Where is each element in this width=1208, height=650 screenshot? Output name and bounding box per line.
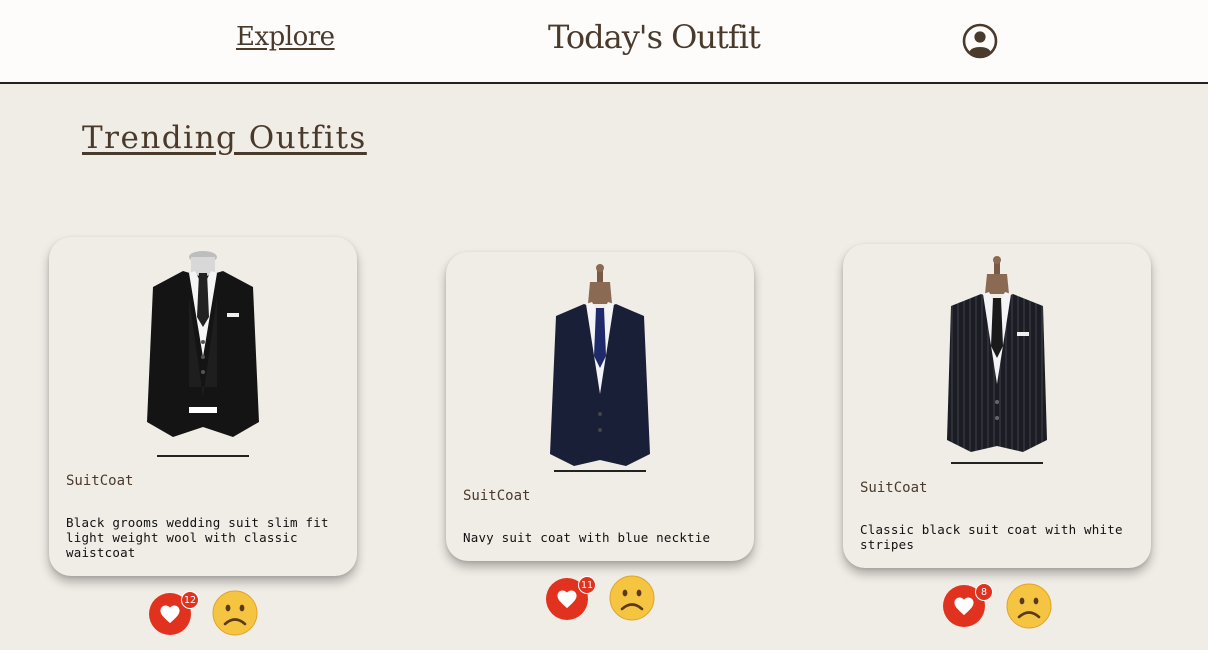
- card-description: Navy suit coat with blue necktie: [463, 530, 711, 545]
- like-count-badge: 12: [181, 591, 199, 609]
- navy-suit-image: [446, 264, 754, 468]
- card-description: Black grooms wedding suit slim fit light…: [66, 515, 329, 560]
- divider-line: [951, 462, 1043, 464]
- card-category: SuitCoat: [66, 473, 134, 489]
- frown-emoji-icon[interactable]: [212, 590, 258, 636]
- black-suit-waistcoat-image: [49, 247, 357, 447]
- card-category: SuitCoat: [463, 488, 531, 504]
- frown-emoji-icon[interactable]: [1006, 583, 1052, 629]
- heart-icon: [557, 590, 577, 609]
- card-category: SuitCoat: [860, 480, 928, 496]
- pinstripe-suit-image: [843, 256, 1151, 460]
- brand-title: Today's Outfit: [548, 18, 761, 56]
- explore-link[interactable]: Explore: [236, 22, 335, 52]
- like-button[interactable]: 12: [149, 591, 199, 635]
- heart-icon: [160, 605, 180, 624]
- outfit-card[interactable]: SuitCoat Navy suit coat with blue neckti…: [446, 252, 754, 561]
- outfit-card[interactable]: SuitCoat Black grooms wedding suit slim …: [49, 237, 357, 576]
- like-button[interactable]: 11: [546, 576, 596, 620]
- like-count-badge: 11: [578, 576, 596, 594]
- user-circle-icon[interactable]: [962, 23, 998, 59]
- like-count-badge: 8: [975, 583, 993, 601]
- outfit-card[interactable]: SuitCoat Classic black suit coat with wh…: [843, 244, 1151, 568]
- top-nav-bar: Explore Today's Outfit: [0, 0, 1208, 84]
- divider-line: [554, 470, 646, 472]
- heart-icon: [954, 597, 974, 616]
- divider-line: [157, 455, 249, 457]
- like-button[interactable]: 8: [943, 583, 993, 627]
- section-title: Trending Outfits: [82, 120, 367, 156]
- card-description: Classic black suit coat with white strip…: [860, 522, 1123, 552]
- frown-emoji-icon[interactable]: [609, 575, 655, 621]
